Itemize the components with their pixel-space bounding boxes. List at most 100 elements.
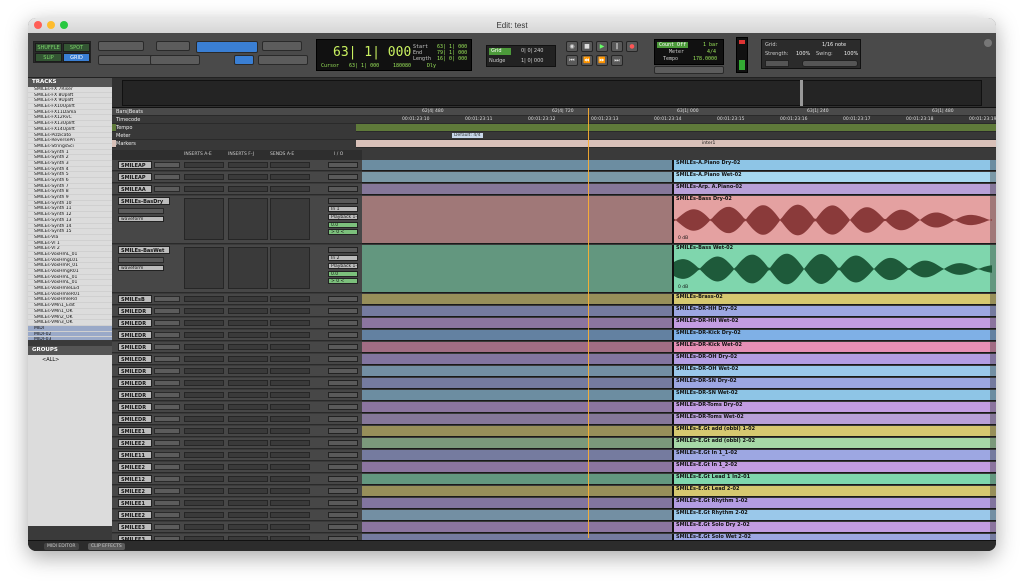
toolbar-menu-icon[interactable] [984,39,992,47]
insert-slots[interactable] [184,524,224,530]
audio-clip[interactable]: SMILEs-Bass Wet-02 0 dB [672,245,992,292]
audio-clip[interactable]: SMILEs-A.Piano Dry-02 [672,160,990,170]
edit-tools[interactable] [196,41,258,53]
track-name[interactable]: SMILEDR [118,331,152,339]
rec-solo-mute-buttons[interactable] [118,208,164,214]
insert-slots[interactable] [228,198,268,240]
insert-slots[interactable] [270,198,310,240]
audio-clip[interactable]: SMILEs-DR-SN Wet-02 [672,390,990,400]
insert-slots[interactable] [184,296,224,302]
track-playlist[interactable]: SMILEs-E.Gt Lead 2-02 [362,486,996,497]
pause-button[interactable]: ‖ [611,41,623,52]
io-selector[interactable] [328,368,358,374]
rec-solo-mute-buttons[interactable] [154,512,180,518]
track-name[interactable]: SMILEDR [118,307,152,315]
audio-clip[interactable]: SMILEs-Brass-02 [672,294,990,304]
insert-slots[interactable] [270,247,310,289]
track-list-item[interactable]: MIDI-03 [28,337,112,340]
insert-slots[interactable] [270,452,310,458]
track-name[interactable]: SMILEs-BasWet [118,246,170,254]
insert-slots[interactable] [270,404,310,410]
link-buttons[interactable] [150,55,200,65]
track-playlist[interactable]: SMILEs-Brass-02 [362,294,996,305]
io-selector[interactable] [328,332,358,338]
rec-solo-mute-buttons[interactable] [154,174,180,180]
insert-slots[interactable] [270,524,310,530]
insert-slots[interactable] [184,416,224,422]
io-selector[interactable] [328,464,358,470]
io-selector[interactable] [328,512,358,518]
insert-slots[interactable] [270,356,310,362]
shuffle-mode-button[interactable]: SHUFFLE [35,43,62,52]
rec-solo-mute-buttons[interactable] [154,308,180,314]
track-playlist[interactable]: SMILEs-DR-SN Dry-02 [362,378,996,389]
track-row[interactable]: SMILE12 SMILEs-E.Gt Lead 1 In2-01 [112,474,996,485]
track-playlist[interactable]: SMILEs-Bass Dry-02 0 dB [362,196,996,244]
rec-solo-mute-buttons[interactable] [154,356,180,362]
track-playlist[interactable]: SMILEs-DR-OH Wet-02 [362,366,996,377]
io-selector[interactable] [328,356,358,362]
track-name[interactable]: SMILEs-BasDry [118,197,170,205]
track-name[interactable]: SMILEDR [118,319,152,327]
audio-clip[interactable]: SMILEs-DR-Kick Dry-02 [672,330,990,340]
audio-clip[interactable]: SMILEs-DR-HH Dry-02 [672,306,990,316]
io-selector[interactable] [328,198,358,204]
insert-slots[interactable] [228,344,268,350]
insert-slots[interactable] [270,464,310,470]
marker-inter1[interactable]: inter1 [702,141,715,146]
output-selector[interactable]: Playback 1-2 [328,263,358,269]
audio-clip[interactable]: SMILEs-E.Gt In 1_2-02 [672,462,990,472]
io-selector[interactable] [328,524,358,530]
insert-slots[interactable] [228,416,268,422]
rec-solo-mute-buttons[interactable] [154,186,180,192]
tab-to-transient-button[interactable] [234,55,254,65]
io-selector[interactable] [328,186,358,192]
insert-slots[interactable] [228,488,268,494]
io-selector[interactable] [328,392,358,398]
audio-clip[interactable]: SMILEs-DR-OH Dry-02 [672,354,990,364]
grid-label[interactable]: Grid [489,48,511,55]
audio-clip[interactable]: SMILEs-A.Piano Wet-02 [672,172,990,182]
rec-solo-mute-buttons[interactable] [154,332,180,338]
slip-mode-button[interactable]: SLIP [35,53,62,62]
track-row[interactable]: SMILEE1 SMILEs-E.Gt add (obbl) 1-02 [112,426,996,437]
track-row[interactable]: SMILEDR SMILEs-DR-OH Dry-02 [112,354,996,365]
go-to-end-button[interactable]: ⏭ [611,55,623,66]
insert-slots[interactable] [184,332,224,338]
insert-slots[interactable] [228,464,268,470]
track-playlist[interactable]: SMILEs-DR-Toms Dry-02 [362,402,996,413]
nudge-label[interactable]: Nudge [489,58,505,64]
insert-slots[interactable] [184,380,224,386]
insert-slots[interactable] [184,488,224,494]
track-playlist[interactable]: SMILEs-DR-OH Dry-02 [362,354,996,365]
track-name[interactable]: SMILE11 [118,451,152,459]
insert-slots[interactable] [270,332,310,338]
rec-solo-mute-buttons[interactable] [154,428,180,434]
insert-slots[interactable] [184,198,224,240]
grid-value[interactable]: 0| 0| 240 [521,48,543,54]
track-playlist[interactable]: SMILEs-E.Gt Solo Dry 2-02 [362,522,996,533]
track-name[interactable]: SMILEDR [118,379,152,387]
insert-slots[interactable] [228,512,268,518]
insert-slots[interactable] [184,440,224,446]
rec-solo-mute-buttons[interactable] [154,440,180,446]
pan-value[interactable]: > 0 < [328,278,358,284]
group-item-all[interactable]: <ALL> [28,357,112,363]
track-row[interactable]: SMILEDR SMILEs-DR-SN Dry-02 [112,378,996,389]
track-row[interactable]: SMILEDR SMILEs-DR-SN Wet-02 [112,390,996,401]
count-off-button[interactable]: Count Off [657,42,689,48]
track-playlist[interactable]: SMILEs-DR-Kick Wet-02 [362,342,996,353]
insert-slots[interactable] [270,296,310,302]
online-button[interactable]: ◉ [566,41,578,52]
insert-slots[interactable] [184,368,224,374]
insert-slots[interactable] [228,308,268,314]
insert-slots[interactable] [184,174,224,180]
track-playlist[interactable]: SMILEs-A.Piano Wet-02 [362,172,996,183]
track-playlist[interactable]: SMILEs-E.Gt Rhythm 2-02 [362,510,996,521]
insert-slots[interactable] [184,464,224,470]
insert-slots[interactable] [184,512,224,518]
insert-slots[interactable] [270,476,310,482]
insert-slots[interactable] [270,416,310,422]
insert-slots[interactable] [228,186,268,192]
track-row[interactable]: SMILEDR SMILEs-DR-Toms Wet-02 [112,414,996,425]
